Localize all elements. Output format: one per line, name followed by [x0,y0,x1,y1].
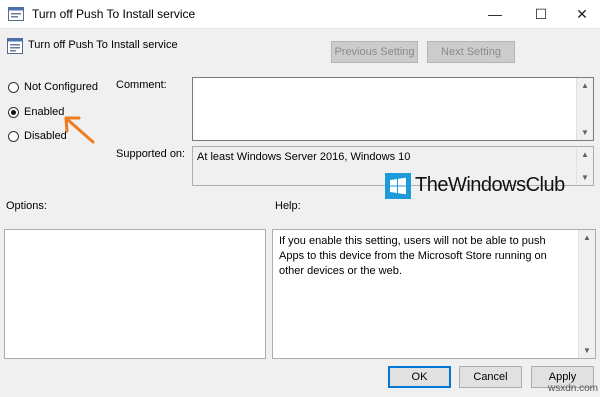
help-scrollbar[interactable]: ▲ ▼ [578,230,595,358]
radio-button[interactable] [8,130,19,142]
next-setting-button[interactable]: Next Setting [427,41,515,63]
source-watermark: wsxdn.com [547,383,598,394]
previous-setting-button[interactable]: Previous Setting [331,41,418,63]
supported-on-value: At least Windows Server 2016, Windows 10 [197,151,411,163]
radio-label: Not Configured [24,81,98,93]
help-panel: If you enable this setting, users will n… [272,229,596,359]
options-label: Options: [6,200,47,212]
options-panel [4,229,266,359]
comment-field[interactable]: ▲ ▼ [192,77,594,141]
watermark-text: TheWindowsClub [415,174,565,196]
radio-enabled[interactable]: Enabled [8,104,64,120]
radio-label: Enabled [24,106,65,118]
supported-scrollbar[interactable]: ▲ ▼ [576,147,593,185]
cancel-button[interactable]: Cancel [459,366,522,388]
scroll-up-icon[interactable]: ▲ [577,150,593,159]
maximize-button[interactable]: ☐ [521,0,561,28]
arrow-annotation-icon [64,116,95,144]
policy-title: Turn off Push To Install service [28,39,178,51]
ok-button[interactable]: OK [388,366,451,388]
radio-disabled[interactable]: Disabled [8,128,67,144]
close-icon: ✕ [576,5,588,22]
supported-on-label: Supported on: [116,148,186,160]
maximize-icon: ☐ [534,5,548,22]
minimize-button[interactable]: — [475,0,515,28]
scroll-up-icon[interactable]: ▲ [579,233,595,242]
windows-logo-icon [385,173,411,199]
setting-icon [7,38,23,54]
radio-button-selected[interactable] [8,106,19,118]
scroll-down-icon[interactable]: ▼ [577,173,593,182]
close-button[interactable]: ✕ [562,0,600,28]
help-label: Help: [275,200,301,212]
radio-not-configured[interactable]: Not Configured [8,79,98,95]
comment-scrollbar[interactable]: ▲ ▼ [576,78,593,140]
help-text: If you enable this setting, users will n… [279,235,547,277]
scroll-up-icon[interactable]: ▲ [577,81,593,90]
policy-icon [8,7,24,21]
title-bar: Turn off Push To Install service — ☐ ✕ [0,0,600,29]
scroll-down-icon[interactable]: ▼ [579,346,595,355]
minimize-icon: — [488,6,502,22]
radio-button[interactable] [8,81,19,93]
window-title: Turn off Push To Install service [32,7,196,21]
comment-label: Comment: [116,79,167,91]
scroll-down-icon[interactable]: ▼ [577,128,593,137]
